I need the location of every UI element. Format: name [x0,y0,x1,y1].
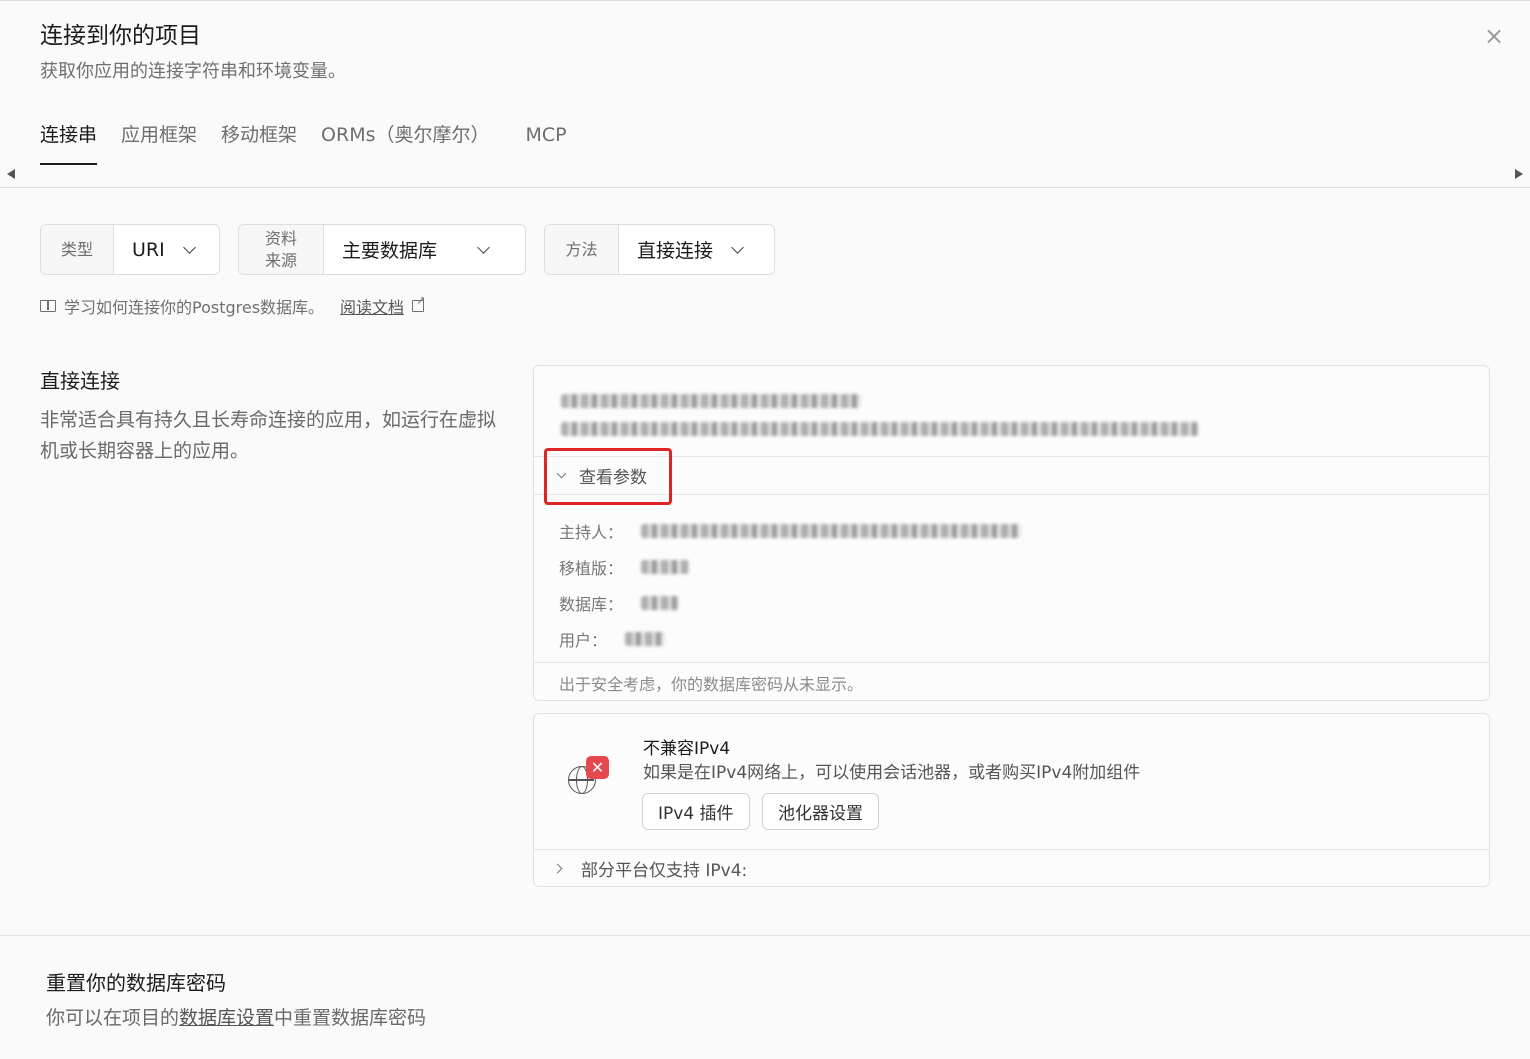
read-docs-link[interactable]: 阅读文档 [340,294,404,318]
chevron-down-icon [731,240,744,254]
method-label: 方法 [545,225,619,274]
param-label: 移植版： [559,559,624,578]
close-icon[interactable]: × [1482,24,1506,49]
redacted-uri-line-1 [561,394,861,408]
ipv4-card: ✕ 不兼容IPv4 如果是在IPv4网络上，可以使用会话池器，或者购买IPv4附… [533,713,1490,887]
learn-row: 学习如何连接你的Postgres数据库。 阅读文档 [40,294,425,318]
reset-password-title: 重置你的数据库密码 [46,971,226,995]
chevron-right-icon [552,863,563,873]
param-host: 主持人： [559,513,1489,549]
reset-desc-suffix: 中重置数据库密码 [274,1007,427,1029]
pooler-settings-button[interactable]: 池化器设置 [762,793,879,830]
redacted-value [641,560,690,574]
type-selector: 类型 URI [40,224,220,275]
ipv4-body: ✕ 不兼容IPv4 如果是在IPv4网络上，可以使用会话池器，或者购买IPv4附… [534,714,1489,850]
error-x-icon: ✕ [586,756,609,779]
ipv4-description: 如果是在IPv4网络上，可以使用会话池器，或者购买IPv4附加组件 [643,763,1141,783]
param-label: 用户： [559,631,608,650]
dialog-title: 连接到你的项目 [40,23,201,49]
tab-app-frameworks[interactable]: 应用框架 [121,119,197,165]
source-label-line2: 来源 [264,250,297,270]
database-settings-link[interactable]: 数据库设置 [179,1007,274,1029]
param-label: 数据库： [559,595,624,614]
redacted-value [625,632,666,646]
method-dropdown[interactable]: 直接连接 [619,225,760,274]
method-value: 直接连接 [637,240,714,262]
section-divider [0,935,1530,936]
method-selector: 方法 直接连接 [544,224,775,275]
direct-connection-description: 非常适合具有持久且长寿命连接的应用，如运行在虚拟机或长期容器上的应用。 [40,409,497,462]
ipv4-platforms-label: 部分平台仅支持 IPv4: [581,860,748,881]
source-value: 主要数据库 [342,240,438,262]
tab-connection-string[interactable]: 连接串 [40,119,98,165]
dialog-subtitle: 获取你应用的连接字符串和环境变量。 [40,61,346,82]
param-port: 移植版： [559,549,1489,585]
redacted-value [641,596,680,610]
external-link-icon[interactable] [412,294,425,312]
ipv4-platforms-toggle[interactable]: 部分平台仅支持 IPv4: [534,850,1489,886]
params-list: 主持人： 移植版： 数据库： 用户： [534,495,1489,663]
reset-password-description: 你可以在项目的数据库设置中重置数据库密码 [46,1003,426,1030]
connection-uri[interactable] [534,366,1489,457]
type-dropdown[interactable]: URI [114,225,212,274]
tabs-divider [0,187,1530,188]
tabs-scroll-right-icon[interactable] [1515,169,1523,179]
redacted-uri-line-2 [561,422,1199,436]
source-dropdown[interactable]: 主要数据库 [324,225,506,274]
redacted-value [641,524,1022,538]
chevron-down-icon [182,240,196,254]
tab-mobile-frameworks[interactable]: 移动框架 [221,119,297,165]
tabs-scroll-left-icon[interactable] [7,169,15,179]
param-database: 数据库： [559,585,1489,621]
source-label-line1: 资料 [264,228,297,248]
param-user: 用户： [559,621,1489,657]
ipv4-addon-button[interactable]: IPv4 插件 [642,793,750,830]
ipv4-title: 不兼容IPv4 [643,739,731,759]
book-icon [40,300,56,312]
password-notice: 出于安全考虑，你的数据库密码从未显示。 [559,675,864,694]
learn-text: 学习如何连接你的Postgres数据库。 [64,298,325,317]
view-params-toggle[interactable]: 查看参数 [534,457,1489,495]
source-label: 资料 来源 [239,225,324,274]
direct-connection-title: 直接连接 [40,369,120,393]
connect-dialog: 连接到你的项目 获取你应用的连接字符串和环境变量。 × 连接串 应用框架 移动框… [0,0,1530,1059]
tab-orms[interactable]: ORMs（奥尔摩尔） [321,119,489,165]
type-value: URI [132,238,165,261]
tab-bar: 连接串 应用框架 移动框架 ORMs（奥尔摩尔） MCP [40,119,567,165]
source-selector: 资料 来源 主要数据库 [238,224,526,275]
dialog-header: 连接到你的项目 获取你应用的连接字符串和环境变量。 [40,21,346,85]
chevron-down-icon [477,240,490,254]
reset-desc-prefix: 你可以在项目的 [46,1007,180,1029]
param-label: 主持人： [559,523,624,542]
connection-string-card: 查看参数 主持人： 移植版： 数据库： 用户： 出于安全考虑，你的数据库密码从未… [533,365,1490,701]
highlight-box [544,448,672,505]
type-label: 类型 [41,225,114,274]
tab-mcp[interactable]: MCP [526,119,567,165]
